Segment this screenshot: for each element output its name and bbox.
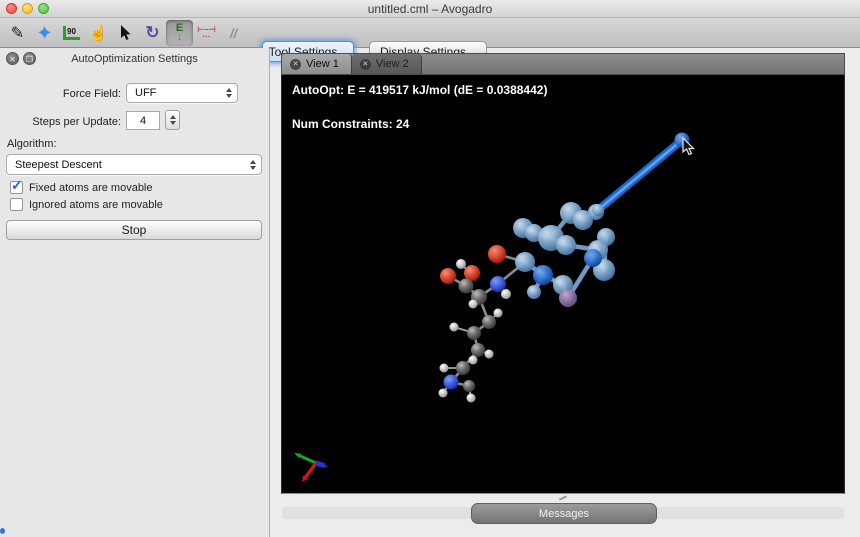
angle-90-icon: 90: [63, 26, 80, 40]
panel-header: ✕ ❐ AutoOptimization Settings: [0, 48, 269, 68]
carbon-atom: [463, 380, 475, 392]
tool-group: ✎ ✦ 90 ☝ ↻ E ↓: [4, 20, 247, 46]
bond-centric-icon: //: [230, 26, 237, 41]
carbon-atom: [467, 326, 481, 340]
selected-nitrogen-atom: [584, 249, 602, 267]
pencil-icon: ✎: [11, 23, 24, 43]
selection-tool-button[interactable]: [112, 20, 139, 46]
carbon-atom: [471, 343, 485, 357]
hydrogen-atom: [501, 289, 511, 299]
force-field-value: UFF: [135, 87, 156, 99]
selected-nitrogen-atom: [533, 265, 553, 285]
algorithm-select[interactable]: Steepest Descent: [6, 154, 262, 175]
nitrogen-atom: [490, 276, 506, 292]
stepper-down-icon[interactable]: [170, 121, 176, 125]
toolbar: ✎ ✦ 90 ☝ ↻ E ↓: [0, 18, 860, 48]
hand-icon: ☝: [89, 24, 108, 42]
molecule-viewport[interactable]: AutoOpt: E = 419517 kJ/mol (dE = 0.03884…: [281, 75, 845, 494]
measure-angle-tool-button[interactable]: 90: [58, 20, 85, 46]
fixed-atoms-label: Fixed atoms are movable: [29, 182, 153, 194]
cursor-arrow-icon: [119, 25, 133, 41]
main-view-area: ✕ View 1 ✕ View 2 AutoOpt: E = 419517 kJ…: [281, 53, 845, 533]
ignored-atoms-checkbox[interactable]: [10, 198, 23, 211]
hydrogen-atom: [469, 356, 478, 365]
hydrogen-atom: [485, 350, 494, 359]
molecule-render: [282, 75, 844, 492]
messages-button[interactable]: Messages: [471, 503, 657, 524]
hydrogen-atom: [440, 364, 449, 373]
stepper-up-icon[interactable]: [170, 115, 176, 119]
ignored-atoms-checkbox-row[interactable]: Ignored atoms are movable: [10, 198, 163, 211]
navigate-tool-button[interactable]: ✦: [31, 20, 58, 46]
selected-atom: [527, 285, 541, 299]
window-title: untitled.cml – Avogadro: [0, 2, 860, 16]
oxygen-atom: [488, 245, 506, 263]
carbon-atom: [456, 361, 470, 375]
steps-per-update-label: Steps per Update:: [0, 116, 121, 128]
select-arrows-icon: [226, 88, 232, 98]
carbon-atom: [482, 315, 496, 329]
hydrogen-atom: [439, 389, 448, 398]
tab-label: View 2: [376, 58, 409, 70]
tab-label: View 1: [306, 58, 339, 70]
selected-atom: [592, 204, 604, 216]
hydrogen-atom: [467, 394, 476, 403]
navigate-star-icon: ✦: [37, 23, 52, 44]
axes-gizmo: [294, 453, 328, 482]
optimize-energy-icon: E ↓: [176, 24, 183, 42]
drag-bond-stick[interactable]: [598, 140, 682, 210]
nitrogen-atom: [444, 375, 459, 390]
oxygen-atom: [440, 268, 456, 284]
selected-atom: [556, 235, 576, 255]
auto-optimize-tool-button[interactable]: E ↓: [166, 20, 193, 46]
auto-rotate-tool-button[interactable]: ↻: [139, 20, 166, 46]
carbon-atom: [459, 279, 474, 294]
corner-grip-dot: [0, 528, 5, 534]
hydrogen-atom: [450, 323, 459, 332]
fixed-atoms-checkbox[interactable]: ✓: [10, 181, 23, 194]
measure-icon: ⊢–⊣ ···: [197, 26, 215, 40]
select-arrows-icon: [250, 160, 256, 170]
tab-close-icon[interactable]: ✕: [360, 59, 371, 70]
force-field-select[interactable]: UFF: [126, 83, 238, 103]
tab-view-2[interactable]: ✕ View 2: [352, 54, 422, 74]
checkmark-icon: ✓: [11, 177, 23, 194]
selected-atom: [515, 252, 535, 272]
steps-stepper[interactable]: [165, 110, 180, 130]
hydrogen-atom: [469, 300, 478, 309]
atoms[interactable]: [439, 245, 512, 403]
algorithm-value: Steepest Descent: [15, 159, 102, 171]
autooptimization-panel: ✕ ❐ AutoOptimization Settings Force Fiel…: [0, 48, 270, 537]
titlebar: untitled.cml – Avogadro: [0, 0, 860, 18]
draw-tool-button[interactable]: ✎: [4, 20, 31, 46]
selected-purple-atom: [559, 289, 577, 307]
tab-view-1[interactable]: ✕ View 1: [282, 54, 352, 74]
hydrogen-atom: [494, 309, 503, 318]
messages-resize-handle[interactable]: [559, 495, 567, 500]
fixed-atoms-checkbox-row[interactable]: ✓ Fixed atoms are movable: [10, 181, 153, 194]
ignored-atoms-label: Ignored atoms are movable: [29, 199, 163, 211]
avogadro-window: untitled.cml – Avogadro ✎ ✦ 90 ☝ ↻: [0, 0, 860, 537]
bond-centric-tool-button[interactable]: //: [220, 20, 247, 46]
measure-tool-button[interactable]: ⊢–⊣ ···: [193, 20, 220, 46]
hydrogen-atom: [456, 259, 466, 269]
tab-close-icon[interactable]: ✕: [290, 59, 301, 70]
stop-button[interactable]: Stop: [6, 220, 262, 240]
steps-per-update-input[interactable]: 4: [126, 111, 160, 130]
algorithm-label: Algorithm:: [7, 138, 57, 150]
rotate-icon: ↻: [145, 23, 159, 43]
force-field-label: Force Field:: [0, 88, 121, 100]
manipulate-tool-button[interactable]: ☝: [85, 20, 112, 46]
view-tabbar: ✕ View 1 ✕ View 2: [281, 53, 845, 75]
panel-title: AutoOptimization Settings: [0, 53, 269, 65]
